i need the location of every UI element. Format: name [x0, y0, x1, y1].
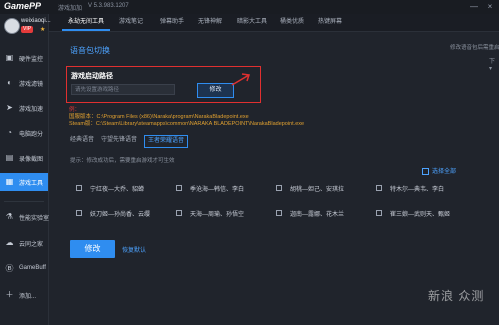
close-button[interactable]: ×	[484, 1, 496, 12]
sidebar-item-label: 录像截图	[19, 157, 44, 163]
sidebar-item-label: 电脑跑分	[19, 132, 44, 138]
example-path-steam: Steam版：C:\Steam\Library\steamapps\common…	[69, 121, 305, 127]
app-subtitle: 游戏加加	[58, 6, 83, 12]
vip-star-icon: ★	[40, 27, 46, 33]
voice-option[interactable]: 崔三娘—武则天、甄姬	[376, 208, 471, 220]
game-path-label: 游戏启动路径	[71, 73, 113, 80]
minimize-button[interactable]: —	[468, 1, 480, 12]
select-all-label: 选择全部	[432, 169, 457, 175]
voice-option-label: 妖刀姬—孙尚香、云缨	[90, 212, 151, 218]
add-icon: ＋	[5, 290, 14, 299]
filter-icon: ◐	[7, 78, 12, 87]
apply-button[interactable]: 修改	[70, 240, 115, 258]
sidebar-item-label: 游戏加速	[19, 107, 44, 113]
sidebar-item-label: 添加...	[19, 294, 37, 300]
sidebar-item-label: 云同之家	[19, 242, 44, 248]
sidebar: weixiaoqi... VIP ★ ▣ 硬件监控 ◐ 游戏滤镜 ➤ 游戏加速 …	[0, 14, 51, 325]
tab-shadow-tools[interactable]: 暗影大工具	[237, 16, 267, 29]
tab-honor-of-kings-voice[interactable]: 王者荣耀语音	[144, 135, 189, 148]
sidebar-item-cloud[interactable]: ☁ 云同之家	[0, 234, 48, 252]
game-path-input[interactable]: 请先设置游戏路径	[71, 84, 175, 95]
tab-quality[interactable]: 桶类优质	[280, 16, 304, 29]
avatar[interactable]	[4, 18, 20, 34]
sidebar-divider	[4, 201, 44, 202]
tip-text: 提示：修改成功后，需要重启游戏才可生效	[70, 158, 175, 164]
username: weixiaoqi...	[21, 18, 51, 24]
checkbox[interactable]	[76, 185, 82, 191]
sidebar-item-game-accelerate[interactable]: ➤ 游戏加速	[0, 99, 48, 117]
red-arrow-icon	[231, 73, 250, 86]
sidebar-item-game-tools[interactable]: ▦ 游戏工具	[0, 173, 48, 191]
voice-option[interactable]: 迦南—露娜、花木兰	[276, 208, 371, 220]
checkbox[interactable]	[176, 185, 182, 191]
sidebar-item-label: GameBuff	[19, 265, 46, 271]
voice-option-label: 崔三娘—武则天、甄姬	[390, 212, 451, 218]
sidebar-item-add[interactable]: ＋ 添加...	[0, 286, 48, 304]
lab-icon: ⚗	[5, 212, 14, 221]
collapse-toggle[interactable]: 下 ▾	[489, 56, 499, 72]
voice-option-label: 胡桃—妲己、安琪拉	[290, 187, 345, 193]
main-panel: 语音包切换 修改语音包后需重启游戏生效 下 ▾ 游戏启动路径 请先设置游戏路径 …	[49, 32, 499, 325]
sidebar-item-label: 硬件监控	[19, 57, 44, 63]
watermark: 新浪 众测	[428, 289, 485, 303]
voice-option[interactable]: 胡桃—妲己、安琪拉	[276, 183, 371, 195]
voice-option[interactable]: 妖刀姬—孙尚香、云缨	[76, 208, 171, 220]
voice-option-label: 宁红夜—大乔、貂蝉	[90, 187, 145, 193]
checkbox[interactable]	[76, 210, 82, 216]
sidebar-item-hardware-monitor[interactable]: ▣ 硬件监控	[0, 49, 48, 67]
voice-option-label: 特木尔—典韦、李白	[390, 187, 445, 193]
voice-option-label: 季沧海—韩信、李白	[190, 187, 245, 193]
tab-game-notes[interactable]: 游戏笔记	[119, 16, 143, 29]
checkbox[interactable]	[276, 210, 282, 216]
sidebar-item-performance-lab[interactable]: ⚗ 性能实验室	[0, 208, 50, 226]
checkbox[interactable]	[376, 210, 382, 216]
voice-option-label: 天海—周瑜、孙悟空	[190, 212, 245, 218]
voice-option[interactable]: 宁红夜—大乔、貂蝉	[76, 183, 171, 195]
tab-classic-voice[interactable]: 经典语音	[70, 135, 94, 146]
tab-naraka-tools[interactable]: 永劫无间工具	[68, 16, 104, 29]
tab-hotkey[interactable]: 热键屏幕	[318, 16, 342, 29]
speedometer-icon: ◔	[7, 128, 12, 137]
restart-hint: 修改语音包后需重启游戏生效	[450, 45, 499, 51]
cloud-icon: ☁	[5, 238, 14, 247]
tab-overwatch-voice[interactable]: 守望先锋语音	[101, 135, 137, 146]
app-logo: GamePP	[4, 1, 42, 11]
voice-option[interactable]: 特木尔—典韦、李白	[376, 183, 471, 195]
voice-option[interactable]: 季沧海—韩信、李白	[176, 183, 271, 195]
sidebar-item-benchmark[interactable]: ◔ 电脑跑分	[0, 124, 48, 142]
sidebar-item-game-filter[interactable]: ◐ 游戏滤镜	[0, 74, 48, 92]
checkbox[interactable]	[176, 210, 182, 216]
vip-badge: VIP	[21, 26, 34, 33]
gamebuff-icon: Ⓑ	[5, 264, 14, 273]
tab-danmaku[interactable]: 弹幕助手	[160, 16, 184, 29]
select-all[interactable]: 选择全部	[422, 166, 456, 175]
tab-no-lock[interactable]: 无锋神解	[198, 16, 222, 29]
sidebar-item-label: 性能实验室	[19, 216, 50, 222]
title-bar: GamePP 游戏加加 V 5.3.983.1207 — ×	[0, 0, 499, 14]
voice-option-label: 迦南—露娜、花木兰	[290, 212, 345, 218]
tools-icon: ▦	[5, 177, 14, 186]
user-profile[interactable]: weixiaoqi... VIP ★	[0, 14, 51, 50]
checkbox[interactable]	[276, 185, 282, 191]
app-version: V 5.3.983.1207	[88, 3, 129, 9]
checkbox[interactable]	[376, 185, 382, 191]
monitor-icon: ▣	[5, 53, 14, 62]
section-title: 语音包切换	[70, 46, 110, 55]
sidebar-item-gamebuff[interactable]: Ⓑ GameBuff	[0, 260, 48, 278]
camera-icon: ▤	[5, 153, 14, 162]
restore-default-link[interactable]: 恢复默认	[122, 245, 146, 254]
sidebar-item-record-screenshot[interactable]: ▤ 录像截图	[0, 149, 48, 167]
voice-option[interactable]: 天海—周瑜、孙悟空	[176, 208, 271, 220]
sidebar-item-label: 游戏滤镜	[19, 82, 44, 88]
checkbox[interactable]	[422, 167, 429, 175]
sidebar-item-label: 游戏工具	[19, 181, 44, 187]
rocket-icon: ➤	[6, 103, 13, 112]
